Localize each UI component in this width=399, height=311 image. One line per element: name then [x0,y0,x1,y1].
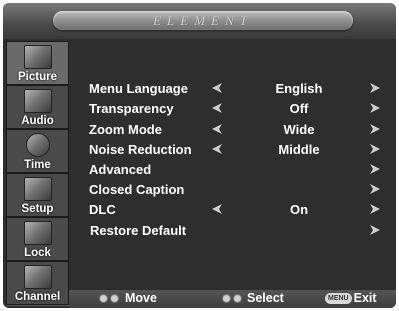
move-label: Move [125,291,157,305]
left-arrow-icon[interactable] [211,123,223,135]
menu-row-menu-language[interactable]: Menu Language English [69,79,396,99]
row-label: Advanced [89,162,152,177]
sidebar-item-audio[interactable]: Audio [6,85,69,129]
up-button-icon [99,293,108,303]
row-value: Middle [278,142,320,157]
left-arrow-icon[interactable] [211,102,223,114]
menu-row-noise-reduction[interactable]: Noise Reduction Middle [69,140,396,160]
audio-icon [24,89,52,113]
exit-label: Exit [353,291,377,305]
row-value: Off [289,101,309,116]
sidebar-item-label: Audio [21,115,54,127]
row-label: Closed Caption [89,182,185,197]
right-arrow-icon[interactable] [369,203,381,215]
sidebar-item-label: Picture [18,71,57,83]
row-value: On [289,202,309,217]
menu-key-icon: MENU [325,292,352,304]
right-arrow-icon[interactable] [369,224,381,236]
right-arrow-icon[interactable] [369,143,381,155]
left-arrow-icon[interactable] [211,82,223,94]
right-arrow-icon[interactable] [369,102,381,114]
menu-row-transparency[interactable]: Transparency Off [69,99,396,119]
sidebar-item-label: Setup [21,203,54,215]
row-value: English [275,81,323,96]
setup-icon [24,177,52,201]
clock-icon [26,133,50,157]
row-label: DLC [89,202,116,217]
left-arrow-icon[interactable] [211,143,223,155]
down-button-icon [110,293,119,303]
move-hint: Move [99,291,157,305]
right-button-icon [233,293,242,303]
row-label: Zoom Mode [89,122,162,137]
brand-logo: ELEMENT [153,13,253,28]
menu-row-closed-caption[interactable]: Closed Caption [69,180,396,200]
sidebar-item-lock[interactable]: Lock [6,217,69,261]
menu-row-restore-default[interactable]: Restore Default [69,221,396,241]
select-hint: Select [222,291,284,305]
header: ELEMENT [3,3,396,39]
lock-icon [24,221,52,245]
row-label: Transparency [89,101,174,116]
menu-row-dlc[interactable]: DLC On [69,200,396,220]
sidebar-item-setup[interactable]: Setup [6,173,69,217]
left-arrow-icon[interactable] [211,203,223,215]
right-arrow-icon[interactable] [369,82,381,94]
sidebar-item-picture[interactable]: Picture [6,41,69,85]
row-value: Wide [283,122,315,137]
settings-menu: Menu Language English Transparency Off Z… [69,41,396,289]
right-arrow-icon[interactable] [369,183,381,195]
sidebar-item-channel[interactable]: Channel [6,261,69,305]
left-button-icon [222,293,231,303]
right-arrow-icon[interactable] [369,123,381,135]
menu-row-zoom-mode[interactable]: Zoom Mode Wide [69,120,396,140]
sidebar-item-label: Channel [14,291,61,303]
channel-icon [24,265,52,289]
select-label: Select [247,291,284,305]
tv-osd-screen: ELEMENT Picture Audio Time Setup Lock Ch… [3,3,396,308]
sidebar: Picture Audio Time Setup Lock Channel [6,41,69,306]
row-label: Restore Default [90,223,187,238]
right-arrow-icon[interactable] [369,163,381,175]
row-label: Noise Reduction [89,142,192,157]
picture-icon [24,45,52,69]
row-label: Menu Language [89,81,188,96]
sidebar-item-label: Lock [24,247,51,259]
menu-row-advanced[interactable]: Advanced [69,160,396,180]
exit-hint: MENU Exit [325,291,377,305]
brand-bar: ELEMENT [53,11,353,30]
sidebar-item-time[interactable]: Time [6,129,69,173]
sidebar-item-label: Time [24,159,51,171]
footer-hints: Move Select MENU Exit [69,290,396,308]
